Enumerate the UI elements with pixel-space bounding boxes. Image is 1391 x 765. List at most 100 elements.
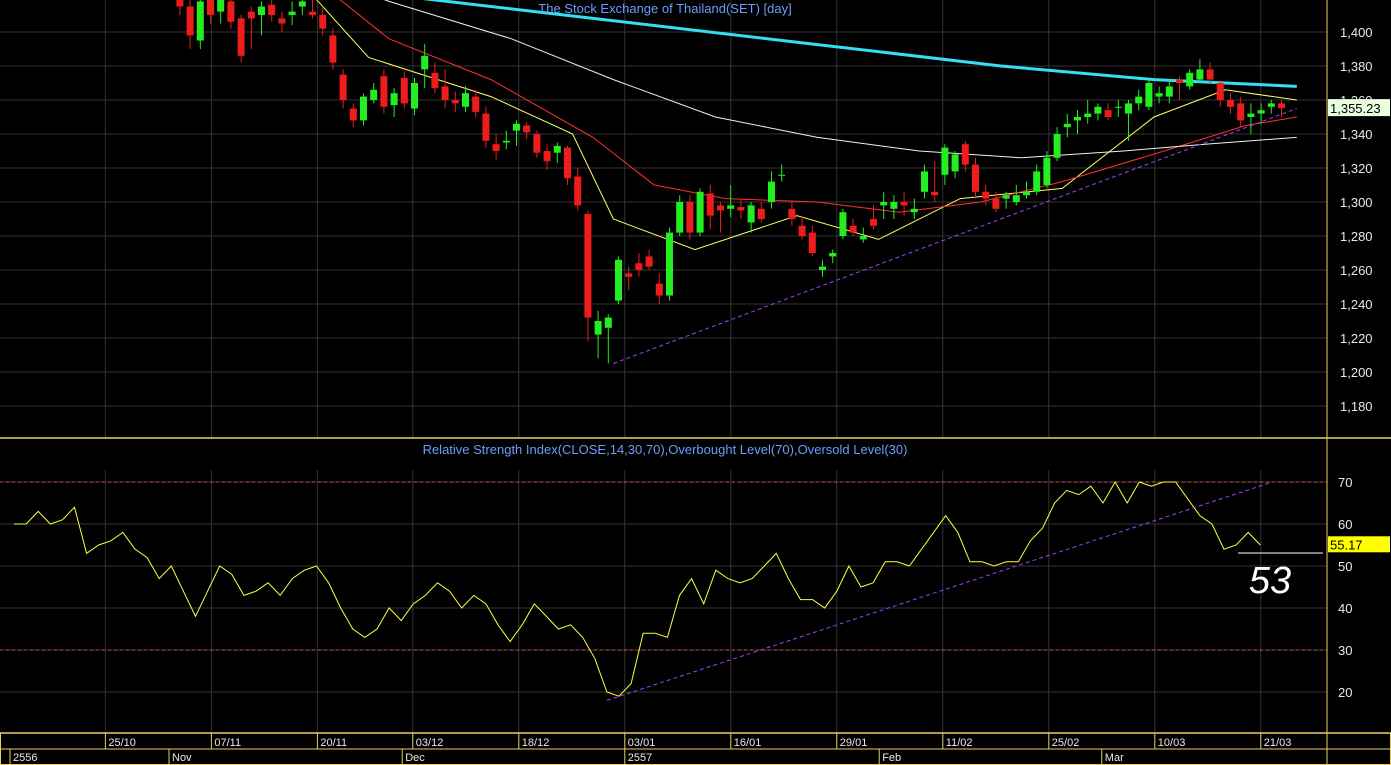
candle-body <box>1002 195 1010 199</box>
candle-body <box>237 18 245 56</box>
rsi-axis-tick-label: 30 <box>1338 643 1352 658</box>
candle-body <box>645 256 653 267</box>
candle-body <box>543 151 551 162</box>
candle-body <box>768 181 775 202</box>
candle-body <box>788 208 796 219</box>
candle-body <box>1053 134 1061 158</box>
date-label: 20/11 <box>320 737 347 749</box>
candle-body <box>594 321 602 335</box>
candle-body <box>900 202 908 206</box>
candle-body <box>737 207 745 211</box>
candle-body <box>808 232 816 253</box>
candle-body <box>941 147 949 175</box>
candle-body <box>706 193 714 216</box>
candle-body <box>574 176 582 206</box>
candle-body <box>176 0 184 7</box>
candle-body <box>533 134 541 153</box>
candle-body <box>757 208 765 219</box>
candle-body <box>339 74 347 100</box>
candle-body <box>370 89 378 100</box>
price-axis-tick-label: 1,380 <box>1340 59 1373 74</box>
rsi-axis-tick-label: 60 <box>1338 517 1352 532</box>
candle-body <box>1114 106 1122 108</box>
candle-body <box>635 263 643 270</box>
candle-body <box>890 202 898 209</box>
candle-body <box>1155 93 1163 97</box>
rsi-axis-tick-label: 20 <box>1338 685 1352 700</box>
candle-body <box>1247 113 1255 117</box>
candle-body <box>1227 100 1234 107</box>
candle-body <box>227 1 235 22</box>
candle-body <box>696 191 704 233</box>
rsi-axis-tick-label: 40 <box>1338 601 1352 616</box>
candle-body <box>1216 83 1224 100</box>
price-chart-title: The Stock Exchange of Thailand(SET) [day… <box>538 1 791 16</box>
date-label: 07/11 <box>214 737 241 749</box>
rsi-axis-tick-label: 50 <box>1338 559 1352 574</box>
candle-body <box>849 225 857 233</box>
date-label: 10/03 <box>1158 737 1186 749</box>
rsi-annotation: 53 <box>1249 560 1291 602</box>
candle-body <box>462 93 469 107</box>
candle-body <box>258 6 265 15</box>
month-label: Feb <box>882 752 901 764</box>
candle-body <box>839 212 847 236</box>
candle-body <box>676 202 684 233</box>
candle-body <box>666 232 673 296</box>
price-axis-tick-label: 1,400 <box>1340 25 1373 40</box>
candle-body <box>798 225 806 236</box>
candle-body <box>207 0 214 15</box>
price-axis-tick-label: 1,340 <box>1340 127 1373 142</box>
candle-body <box>523 125 531 133</box>
candle-body <box>992 198 1000 209</box>
candle-body <box>1257 110 1265 114</box>
candle-body <box>1043 157 1051 185</box>
candle-body <box>268 4 276 15</box>
candle-body <box>870 219 877 226</box>
candle-body <box>1023 191 1030 196</box>
candle-body <box>278 18 286 24</box>
candle-body <box>1186 72 1194 87</box>
rsi-chart-title: Relative Strength Index(CLOSE,14,30,70),… <box>423 442 908 457</box>
candle-body <box>482 113 490 141</box>
candle-body <box>380 76 388 107</box>
candle-body <box>1063 123 1071 128</box>
month-label: Dec <box>405 752 425 764</box>
candle-body <box>1104 110 1112 117</box>
candle-body <box>513 123 520 131</box>
candle-body <box>319 15 327 29</box>
date-label: 29/01 <box>840 737 868 749</box>
price-axis-tick-label: 1,260 <box>1340 263 1373 278</box>
candle-body <box>360 96 367 121</box>
month-label: Mar <box>1105 752 1124 764</box>
candle-body <box>247 11 255 19</box>
candle-body <box>819 266 826 270</box>
candle-body <box>1033 171 1041 192</box>
candle-body <box>309 11 316 15</box>
candle-body <box>217 0 225 12</box>
date-label: 16/01 <box>734 737 762 749</box>
candle-body <box>1176 79 1183 83</box>
candle-body <box>859 236 867 240</box>
candle-body <box>349 108 357 121</box>
candle-body <box>961 144 969 165</box>
month-label: 2557 <box>628 752 652 764</box>
candle-body <box>1074 117 1081 121</box>
price-axis-tick-label: 1,320 <box>1340 161 1373 176</box>
candle-body <box>686 202 694 233</box>
stock-chart: 1,180 1,200 1,220 1,240 1,260 1,280 1,300 1,320… <box>0 0 1391 765</box>
date-label: 25/10 <box>108 737 136 749</box>
candle-body <box>196 1 204 41</box>
candle-body <box>288 11 296 15</box>
candle-body <box>431 72 439 89</box>
candle-body <box>921 171 928 192</box>
price-axis-tick-label: 1,280 <box>1340 229 1373 244</box>
candle-body <box>329 35 337 63</box>
candle-body <box>564 147 571 179</box>
candle-body <box>390 93 398 106</box>
candle-body <box>1196 69 1204 80</box>
candle-body <box>910 208 918 213</box>
candle-body <box>502 140 510 143</box>
candle-body <box>1165 86 1173 97</box>
candle-body <box>604 317 612 328</box>
